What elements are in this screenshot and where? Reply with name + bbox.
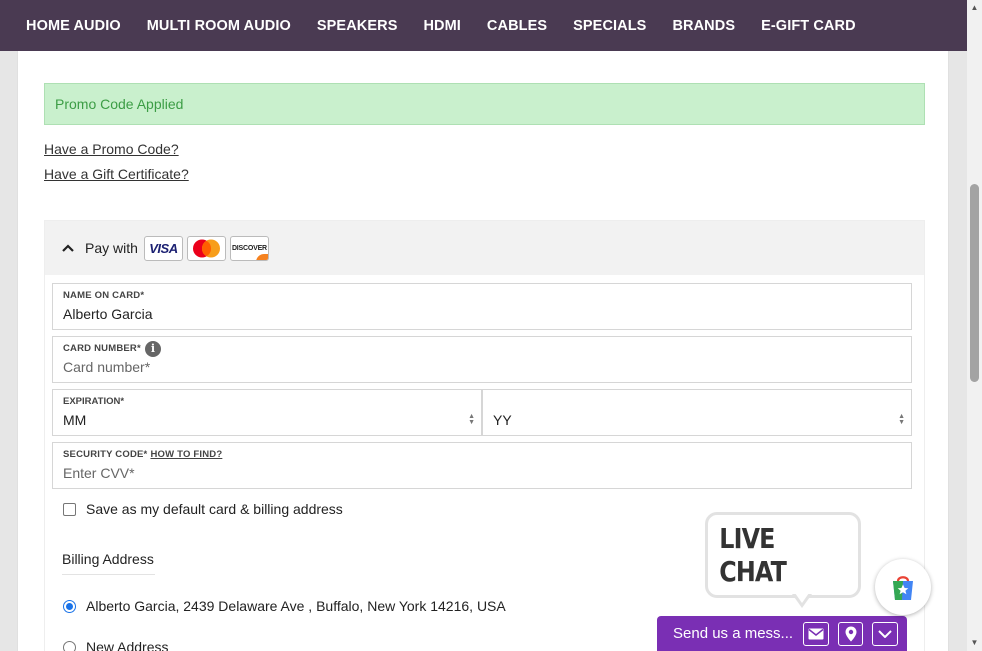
card-number-label: CARD NUMBER* xyxy=(63,343,141,354)
select-arrows-icon: ▲ ▼ xyxy=(898,413,905,426)
discover-logo-text: DISCOVER xyxy=(231,244,267,252)
save-default-label[interactable]: Save as my default card & billing addres… xyxy=(86,501,343,517)
nav-multi-room-audio[interactable]: MULTI ROOM AUDIO xyxy=(147,18,291,34)
billing-address-option: Alberto Garcia, 2439 Delaware Ave , Buff… xyxy=(63,598,506,614)
store-rating-badge-icon[interactable] xyxy=(875,559,931,615)
expiration-month-value: MM xyxy=(63,412,87,428)
name-on-card-input[interactable]: Alberto Garcia xyxy=(63,306,152,322)
name-on-card-label: NAME ON CARD* xyxy=(63,290,145,301)
save-default-row: Save as my default card & billing addres… xyxy=(63,501,343,517)
expiration-group: EXPIRATION* MM ▲ ▼ YY ▲ ▼ xyxy=(52,389,912,436)
pay-with-label: Pay with xyxy=(85,240,138,256)
chevron-down-icon[interactable] xyxy=(872,621,898,646)
scrollbar-thumb[interactable] xyxy=(970,184,979,382)
chat-widget-bar[interactable]: Send us a mess... xyxy=(657,616,907,651)
new-address-radio[interactable] xyxy=(63,640,76,651)
have-promo-code-link[interactable]: Have a Promo Code? xyxy=(44,141,179,157)
billing-address-radio-selected[interactable] xyxy=(63,599,76,613)
nav-home-audio[interactable]: HOME AUDIO xyxy=(26,18,121,34)
promo-applied-banner: Promo Code Applied xyxy=(44,83,925,125)
card-number-input[interactable]: Card number* xyxy=(63,359,150,375)
visa-logo-icon: VISA xyxy=(143,235,183,261)
security-code-label: SECURITY CODE* HOW TO FIND? xyxy=(63,449,222,460)
security-code-input[interactable]: Enter CVV* xyxy=(63,465,135,481)
nav-cables[interactable]: CABLES xyxy=(487,18,547,34)
visa-logo-text: VISA xyxy=(149,240,178,256)
expiration-month-select[interactable]: EXPIRATION* MM ▲ ▼ xyxy=(52,389,482,436)
scroll-up-arrow-icon[interactable]: ▲ xyxy=(967,3,982,13)
card-number-field[interactable]: CARD NUMBER* i Card number* xyxy=(52,336,912,383)
name-on-card-field[interactable]: NAME ON CARD* Alberto Garcia xyxy=(52,283,912,330)
live-chat-text: LIVE CHAT xyxy=(719,522,787,588)
new-address-text[interactable]: New Address xyxy=(86,639,168,651)
security-code-field[interactable]: SECURITY CODE* HOW TO FIND? Enter CVV* xyxy=(52,442,912,489)
top-navigation: HOME AUDIO MULTI ROOM AUDIO SPEAKERS HDM… xyxy=(0,0,967,51)
discover-logo-icon: DISCOVER xyxy=(229,235,269,261)
expiration-year-select[interactable]: YY ▲ ▼ xyxy=(482,389,912,436)
payment-header[interactable]: Pay with VISA DISCOVER xyxy=(45,221,924,275)
nav-brands[interactable]: BRANDS xyxy=(672,18,735,34)
live-chat-bubble[interactable]: LIVE CHAT xyxy=(705,512,861,598)
scroll-down-arrow-icon[interactable]: ▼ xyxy=(967,638,982,648)
nav-e-gift-card[interactable]: E-GIFT CARD xyxy=(761,18,856,34)
mastercard-logo-icon xyxy=(186,235,226,261)
chevron-up-icon[interactable] xyxy=(61,241,75,255)
save-default-checkbox[interactable] xyxy=(63,502,76,516)
expiration-year-value: YY xyxy=(493,412,512,428)
nav-hdmi[interactable]: HDMI xyxy=(423,18,460,34)
billing-address-title: Billing Address xyxy=(62,551,155,575)
live-chat-bubble-tail-inner xyxy=(795,593,809,603)
location-pin-icon[interactable] xyxy=(837,621,864,646)
how-to-find-link[interactable]: HOW TO FIND? xyxy=(150,449,222,460)
new-address-option: New Address xyxy=(63,639,168,651)
expiration-label: EXPIRATION* xyxy=(63,396,125,407)
email-icon[interactable] xyxy=(803,621,829,646)
nav-speakers[interactable]: SPEAKERS xyxy=(317,18,398,34)
have-gift-certificate-link[interactable]: Have a Gift Certificate? xyxy=(44,166,189,182)
nav-specials[interactable]: SPECIALS xyxy=(573,18,646,34)
security-code-label-text: SECURITY CODE* xyxy=(63,449,148,460)
billing-address-text[interactable]: Alberto Garcia, 2439 Delaware Ave , Buff… xyxy=(86,598,506,614)
chat-send-message-text[interactable]: Send us a mess... xyxy=(673,625,793,642)
select-arrows-icon: ▲ ▼ xyxy=(468,413,475,426)
page-scrollbar[interactable]: ▲ ▼ xyxy=(967,0,982,651)
info-icon[interactable]: i xyxy=(145,341,161,357)
